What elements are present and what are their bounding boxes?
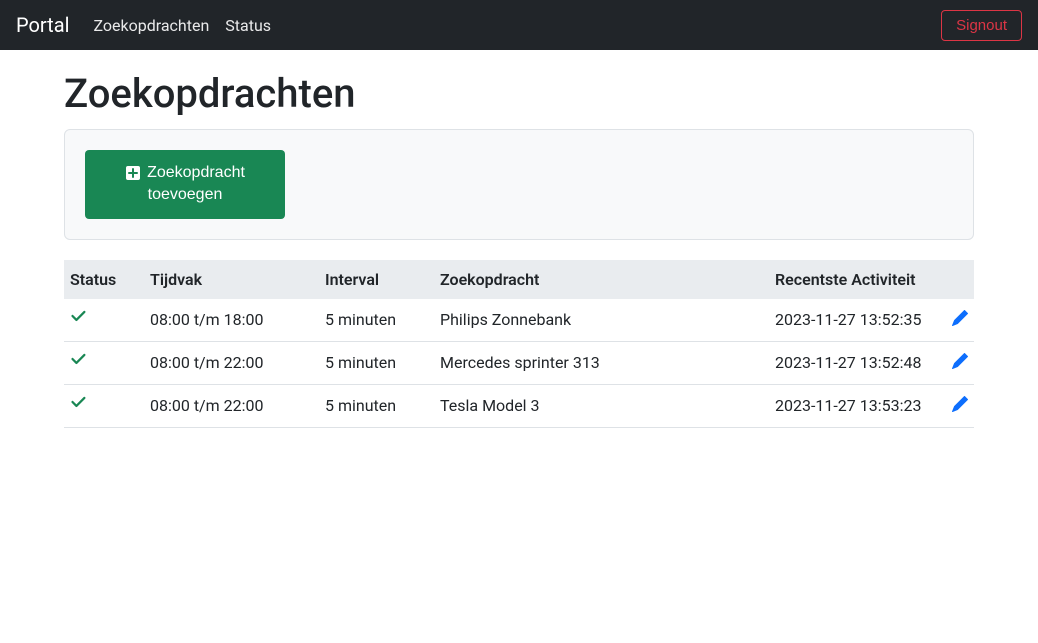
pencil-icon[interactable] — [952, 310, 968, 326]
cell-status — [64, 299, 144, 342]
cell-status — [64, 341, 144, 384]
zoekopdrachten-table: Status Tijdvak Interval Zoekopdracht Rec… — [64, 260, 974, 428]
navbar-left: Portal Zoekopdrachten Status — [16, 13, 271, 37]
nav-links: Zoekopdrachten Status — [93, 16, 271, 35]
header-status: Status — [64, 260, 144, 299]
nav-link-zoekopdrachten[interactable]: Zoekopdrachten — [93, 16, 209, 35]
cell-activiteit: 2023-11-27 13:52:35 — [769, 299, 944, 342]
table-row: 08:00 t/m 22:005 minutenMercedes sprinte… — [64, 341, 974, 384]
header-interval: Interval — [319, 260, 434, 299]
check-icon — [70, 395, 88, 413]
table-row: 08:00 t/m 18:005 minutenPhilips Zonneban… — [64, 299, 974, 342]
pencil-icon[interactable] — [952, 396, 968, 412]
header-activiteit: Recentste Activiteit — [769, 260, 944, 299]
navbar: Portal Zoekopdrachten Status Signout — [0, 0, 1038, 50]
cell-edit — [944, 299, 974, 342]
main-container: Zoekopdrachten Zoekopdracht toevoegen St… — [54, 70, 984, 428]
brand-link[interactable]: Portal — [16, 13, 69, 37]
cell-interval: 5 minuten — [319, 341, 434, 384]
cell-activiteit: 2023-11-27 13:52:48 — [769, 341, 944, 384]
cell-tijdvak: 08:00 t/m 18:00 — [144, 299, 319, 342]
add-zoekopdracht-button[interactable]: Zoekopdracht toevoegen — [85, 150, 285, 219]
cell-edit — [944, 384, 974, 427]
add-button-label-1: Zoekopdracht — [147, 162, 245, 184]
cell-status — [64, 384, 144, 427]
header-tijdvak: Tijdvak — [144, 260, 319, 299]
signout-button[interactable]: Signout — [941, 10, 1022, 41]
cell-activiteit: 2023-11-27 13:53:23 — [769, 384, 944, 427]
header-zoekopdracht: Zoekopdracht — [434, 260, 769, 299]
cell-interval: 5 minuten — [319, 384, 434, 427]
cell-interval: 5 minuten — [319, 299, 434, 342]
table-row: 08:00 t/m 22:005 minutenTesla Model 3202… — [64, 384, 974, 427]
header-edit — [944, 260, 974, 299]
cell-tijdvak: 08:00 t/m 22:00 — [144, 384, 319, 427]
cell-edit — [944, 341, 974, 384]
cell-zoekopdracht: Mercedes sprinter 313 — [434, 341, 769, 384]
check-icon — [70, 352, 88, 370]
page-title: Zoekopdrachten — [64, 70, 974, 117]
table-header-row: Status Tijdvak Interval Zoekopdracht Rec… — [64, 260, 974, 299]
pencil-icon[interactable] — [952, 353, 968, 369]
check-icon — [70, 309, 88, 327]
cell-zoekopdracht: Tesla Model 3 — [434, 384, 769, 427]
nav-link-status[interactable]: Status — [225, 16, 271, 35]
cell-zoekopdracht: Philips Zonnebank — [434, 299, 769, 342]
add-button-label-2: toevoegen — [148, 184, 223, 206]
cell-tijdvak: 08:00 t/m 22:00 — [144, 341, 319, 384]
action-card: Zoekopdracht toevoegen — [64, 129, 974, 240]
plus-square-icon — [125, 165, 141, 181]
